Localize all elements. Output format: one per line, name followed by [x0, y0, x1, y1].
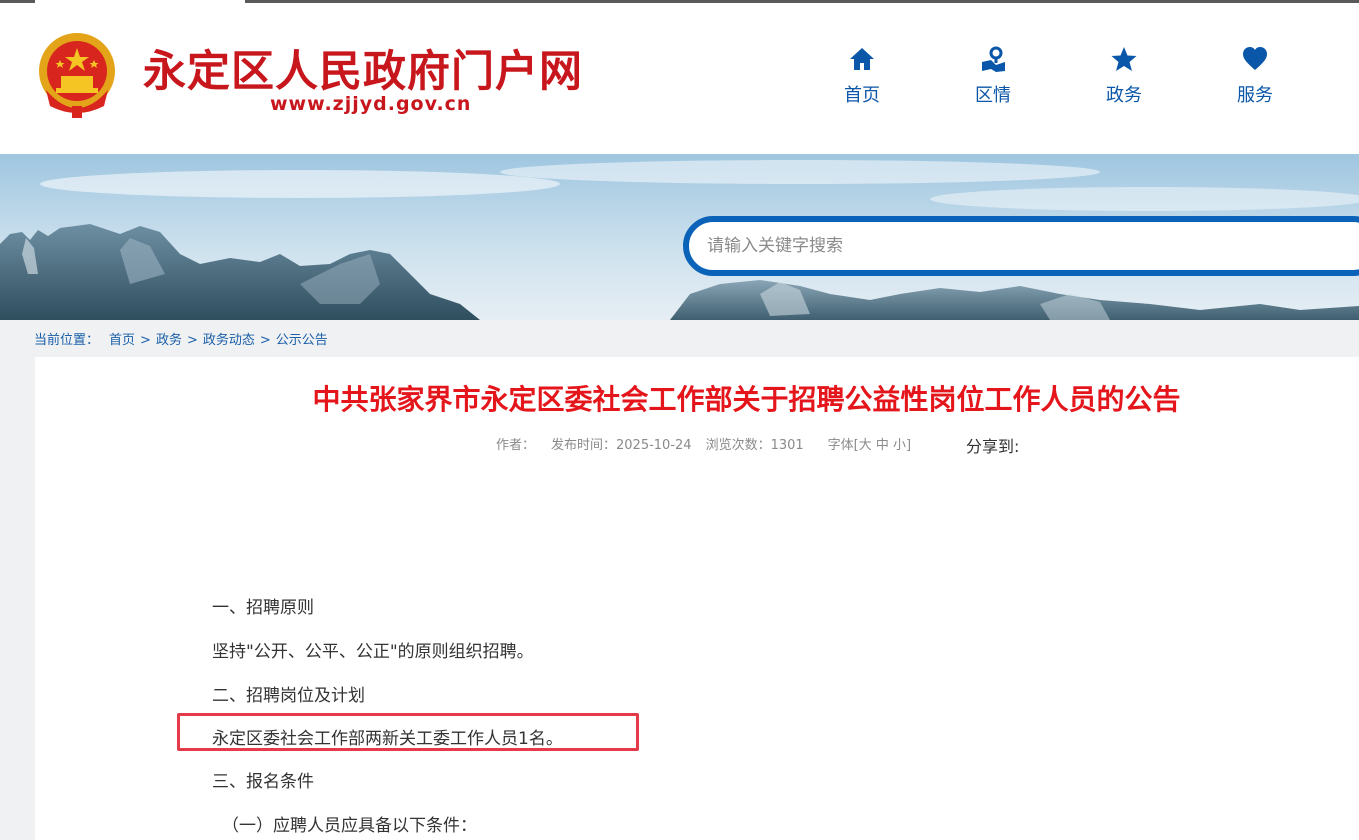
breadcrumb-separator: > [186, 333, 198, 348]
star-icon [1111, 47, 1137, 71]
article-paragraph: 坚持"公开、公平、公正"的原则组织招聘。 [212, 642, 534, 662]
nav-district[interactable]: 区情 [953, 45, 1033, 107]
site-header: 永定区人民政府门户网 www.zjjyd.gov.cn 首页 区情 政务 服务 [0, 3, 1359, 154]
nav-government-label: 政务 [1106, 85, 1142, 106]
meta-author: 作者： [496, 438, 536, 453]
breadcrumb-gov-news[interactable]: 政务动态 [203, 329, 255, 348]
nav-services-label: 服务 [1237, 85, 1273, 106]
article-paragraph: 二、招聘岗位及计划 [212, 686, 365, 706]
breadcrumb-label: 当前位置： [34, 333, 100, 348]
article-paragraph: （一）应聘人员应具备以下条件： [222, 816, 477, 836]
share-label: 分享到: [966, 437, 1020, 456]
nav-home[interactable]: 首页 [822, 45, 902, 107]
meta-font-size[interactable]: 字体[大 中 小] [828, 434, 911, 453]
breadcrumb: 当前位置： 首页 > 政务 > 政务动态 > 公示公告 [34, 329, 328, 348]
breadcrumb-announcements[interactable]: 公示公告 [276, 329, 328, 348]
breadcrumb-home[interactable]: 首页 [109, 329, 135, 348]
site-url: www.zjjyd.gov.cn [270, 93, 472, 115]
nav-services[interactable]: 服务 [1215, 45, 1295, 107]
site-title: 永定区人民政府门户网 [143, 47, 583, 97]
article-paragraph: 一、招聘原则 [212, 598, 314, 618]
nav-government[interactable]: 政务 [1084, 45, 1164, 107]
meta-publish-date: 发布时间：2025-10-24 [551, 438, 692, 453]
nav-district-label: 区情 [975, 85, 1011, 106]
search-input[interactable] [707, 226, 1327, 266]
breadcrumb-separator: > [259, 333, 271, 348]
page: 永定区人民政府门户网 www.zjjyd.gov.cn 首页 区情 政务 服务 … [0, 0, 1359, 840]
meta-views: 浏览次数：1301 [705, 438, 804, 453]
national-emblem-icon [39, 33, 115, 118]
article-title: 中共张家界市永定区委社会工作部关于招聘公益性岗位工作人员的公告 [312, 383, 1181, 416]
breadcrumb-government[interactable]: 政务 [156, 329, 182, 348]
nav-home-label: 首页 [844, 85, 880, 106]
highlight-box [177, 713, 639, 751]
article-paragraph: 三、报名条件 [212, 772, 314, 792]
breadcrumb-separator: > [140, 333, 151, 348]
heart-icon [1243, 47, 1267, 70]
search-box[interactable] [683, 216, 1359, 276]
article-meta: 作者： 发布时间：2025-10-24 浏览次数：1301 字体[大 中 小] [496, 434, 911, 453]
home-icon [850, 48, 874, 70]
map-pin-icon [982, 46, 1005, 72]
